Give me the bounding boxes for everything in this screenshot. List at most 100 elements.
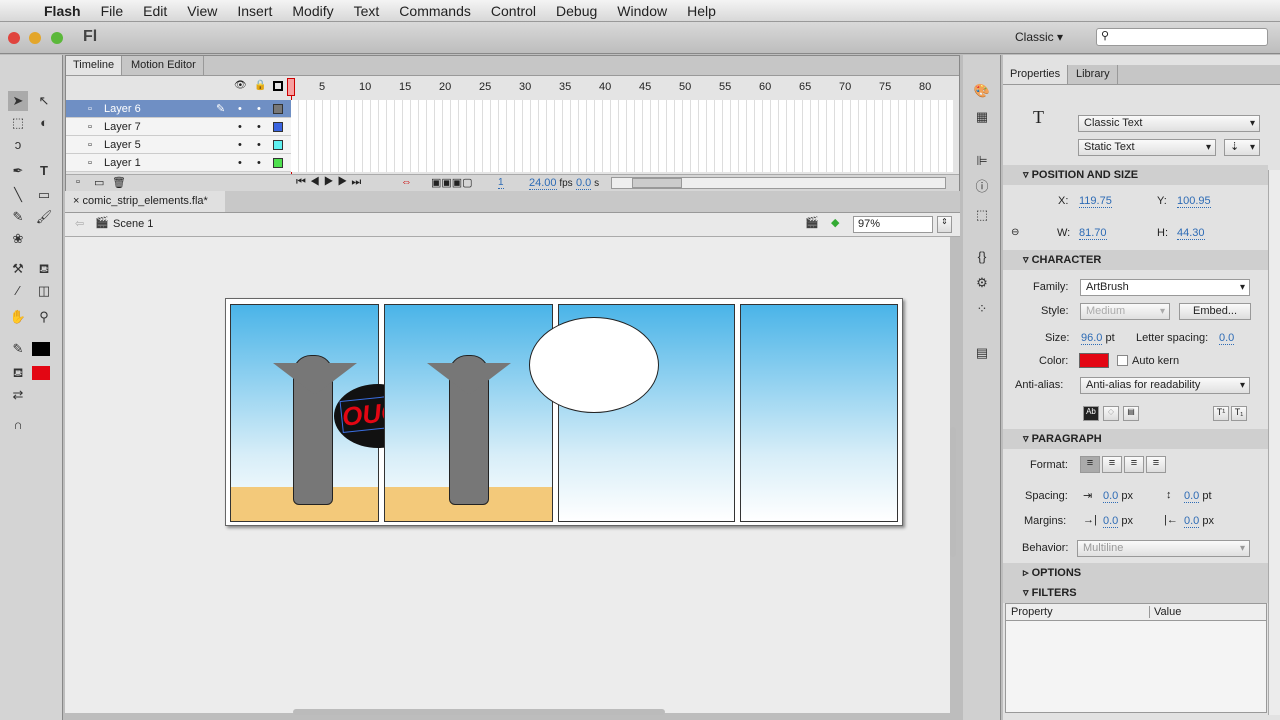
time-value[interactable]: 0.0 (576, 177, 592, 190)
swap-colors-icon[interactable]: ⇄ (8, 385, 28, 405)
hscroll-thumb[interactable] (632, 178, 682, 188)
edit-scene-icon[interactable]: 🎬 (805, 216, 819, 229)
align-panel-icon[interactable]: ⊫ (972, 151, 992, 171)
section-paragraph[interactable]: ▿ PARAGRAPH (1003, 429, 1268, 449)
zoom-window-button[interactable] (51, 32, 63, 44)
comic-panel-2[interactable] (384, 304, 553, 522)
scene-label[interactable]: Scene 1 (113, 218, 153, 230)
show-hide-all-icon[interactable]: 👁 (234, 80, 247, 91)
tab-properties[interactable]: Properties (1003, 65, 1069, 84)
menu-commands[interactable]: Commands (389, 3, 481, 19)
menu-file[interactable]: File (91, 3, 134, 19)
frame-ruler[interactable]: 15101520253035404550556065707580 (289, 78, 953, 98)
filters-table[interactable]: Property Value (1005, 603, 1267, 713)
center-frame-icon[interactable]: ⇔ (401, 176, 412, 188)
fill-color-swatch[interactable] (32, 366, 50, 380)
current-frame[interactable]: 1 (498, 177, 504, 189)
tab-timeline[interactable]: Timeline (66, 56, 123, 75)
align-center-icon[interactable]: ≡ (1102, 456, 1122, 473)
visibility-dot[interactable]: • (238, 118, 242, 136)
lock-dot[interactable]: • (257, 118, 261, 136)
minimize-window-button[interactable] (29, 32, 41, 44)
w-value[interactable]: 81.70 (1079, 227, 1107, 240)
selection-tool-icon[interactable]: ➤ (8, 91, 28, 111)
x-value[interactable]: 119.75 (1079, 195, 1112, 208)
lasso-tool-icon[interactable]: ↄ (8, 135, 28, 155)
anti-alias-select[interactable]: Anti-alias for readability (1080, 377, 1250, 394)
stage-hscrollbar[interactable] (293, 709, 665, 715)
close-tab-icon[interactable]: × (73, 195, 79, 207)
line-spacing-value[interactable]: 0.0 (1184, 490, 1200, 503)
deco-tool-icon[interactable]: ❀ (8, 229, 28, 249)
menu-edit[interactable]: Edit (133, 3, 177, 19)
subselection-tool-icon[interactable]: ↖ (34, 91, 54, 111)
layer-row[interactable]: ▫ Layer 6 ✎ • • (66, 100, 291, 118)
link-dimensions-icon[interactable]: ⊖ (1011, 227, 1019, 238)
left-margin-value[interactable]: 0.0 (1103, 515, 1119, 528)
comic-panel-4[interactable] (740, 304, 898, 522)
back-arrow-icon[interactable]: ⇦ (75, 217, 84, 230)
y-value[interactable]: 100.95 (1177, 195, 1211, 208)
menu-debug[interactable]: Debug (546, 3, 607, 19)
section-position-size[interactable]: ▿ POSITION AND SIZE (1003, 165, 1268, 185)
subscript-icon[interactable]: T₁ (1231, 406, 1247, 421)
align-right-icon[interactable]: ≡ (1124, 456, 1144, 473)
layer-outline-color[interactable] (273, 122, 283, 132)
line-tool-icon[interactable]: ╲ (8, 185, 28, 205)
superscript-icon[interactable]: T¹ (1213, 406, 1229, 421)
menu-text[interactable]: Text (344, 3, 390, 19)
pencil-tool-icon[interactable]: ✎ (8, 207, 28, 227)
snap-magnet-icon[interactable]: ∩ (8, 415, 28, 435)
visibility-dot[interactable]: • (238, 136, 242, 154)
text-color-swatch[interactable] (1079, 353, 1109, 368)
layer-row[interactable]: ▫ Layer 5 • • (66, 136, 291, 154)
bone-tool-icon[interactable]: ⚒ (8, 259, 28, 279)
menu-control[interactable]: Control (481, 3, 546, 19)
empty-speech-bubble[interactable] (529, 317, 659, 413)
swatches-panel-icon[interactable]: ▦ (972, 107, 992, 127)
motion-presets-icon[interactable]: ⁘ (972, 299, 992, 319)
zoom-stepper[interactable]: ⇕ (937, 216, 952, 233)
render-html-icon[interactable]: ◇ (1103, 406, 1119, 421)
h-value[interactable]: 44.30 (1177, 227, 1205, 240)
workspace-switcher[interactable]: Classic ▾ (1015, 30, 1063, 44)
zoom-input[interactable]: 97% (853, 216, 933, 233)
document-tab[interactable]: × comic_strip_elements.fla* (65, 191, 225, 212)
text-type-select[interactable]: Static Text (1078, 139, 1216, 156)
rectangle-tool-icon[interactable]: ▭ (34, 185, 54, 205)
lock-dot[interactable]: • (257, 100, 261, 118)
layer-row[interactable]: ▫ Layer 7 • • (66, 118, 291, 136)
stroke-color-icon[interactable]: ✎ (8, 339, 28, 359)
new-folder-icon[interactable]: ▭ (94, 176, 104, 189)
font-size-value[interactable]: 96.0 (1081, 332, 1103, 345)
paint-bucket-tool-icon[interactable]: ⛾ (34, 259, 54, 279)
playhead[interactable] (287, 78, 295, 96)
menu-insert[interactable]: Insert (227, 3, 282, 19)
fill-color-icon[interactable]: ⛾ (8, 363, 28, 383)
zoom-tool-icon[interactable]: ⚲ (34, 307, 54, 327)
transform-panel-icon[interactable]: ⬚ (972, 205, 992, 225)
menu-app[interactable]: Flash (34, 3, 91, 19)
playback-controls[interactable]: ⏮◀▶▶⏭ (296, 176, 365, 189)
color-panel-icon[interactable]: 🎨 (972, 81, 992, 101)
close-window-button[interactable] (8, 32, 20, 44)
onion-skin-icons[interactable]: ▣▣▣▢ (431, 176, 473, 189)
delete-layer-icon[interactable]: 🗑 (112, 176, 126, 189)
eraser-tool-icon[interactable]: ◫ (34, 281, 54, 301)
menu-help[interactable]: Help (677, 3, 726, 19)
menu-window[interactable]: Window (607, 3, 677, 19)
show-border-icon[interactable]: ▤ (1123, 406, 1139, 421)
stage-vscrollbar[interactable] (950, 427, 956, 557)
frames-grid[interactable] (291, 100, 953, 172)
auto-kern-checkbox[interactable] (1117, 355, 1128, 366)
info-panel-icon[interactable]: ⓘ (972, 177, 992, 197)
3d-rotation-tool-icon[interactable]: ◐ (34, 113, 54, 133)
lock-dot[interactable]: • (257, 154, 261, 172)
justify-icon[interactable]: ≡ (1146, 456, 1166, 473)
visibility-dot[interactable]: • (238, 100, 242, 118)
menu-view[interactable]: View (177, 3, 227, 19)
layer-outline-color[interactable] (273, 104, 283, 114)
section-options[interactable]: ▹ OPTIONS (1003, 563, 1268, 583)
layer-name[interactable]: Layer 7 (104, 118, 141, 136)
properties-vscrollbar[interactable] (1268, 170, 1280, 715)
